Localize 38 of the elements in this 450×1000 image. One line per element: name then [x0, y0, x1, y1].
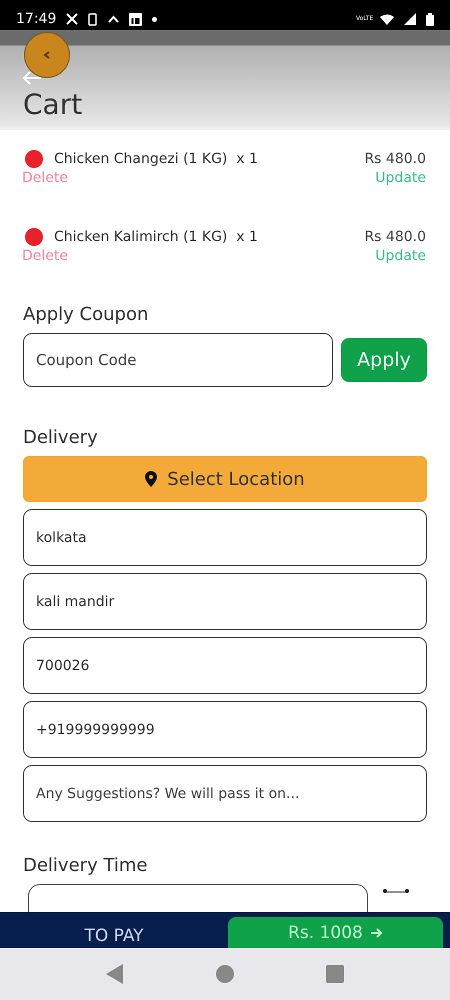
input-field[interactable]: kali mandir — [23, 573, 427, 630]
delete-link[interactable]: Delete — [22, 170, 68, 192]
status-time: 17:49 — [16, 11, 56, 27]
input-field[interactable]: kolkata — [23, 509, 427, 566]
recents-nav-icon[interactable] — [326, 965, 344, 983]
to-pay-label: TO PAY — [83, 926, 145, 948]
select-location-button[interactable]: Select Location — [23, 456, 427, 502]
item-price: Rs 480.0 — [364, 229, 426, 245]
update-link[interactable]: Update — [375, 248, 426, 270]
coupon-field[interactable]: Coupon Code — [23, 333, 333, 387]
arrow-right-icon — [370, 928, 383, 938]
item-name: Chicken Kalimirch (1 KG) x 1 — [54, 229, 259, 245]
back-button[interactable] — [24, 32, 70, 78]
section-heading: Delivery — [23, 427, 99, 448]
battery-icon — [426, 12, 434, 26]
notification-dot-icon — [152, 16, 158, 22]
input-field[interactable]: +919999999999 — [23, 701, 427, 758]
section-heading: Delivery Time — [23, 855, 148, 876]
input-field[interactable]: Any Suggestions? We will pass it on... — [23, 765, 427, 822]
home-nav-icon[interactable] — [214, 964, 235, 984]
apply-button[interactable]: Apply — [341, 338, 427, 382]
item-price: Rs 480.0 — [364, 151, 426, 167]
input-field[interactable]: 700026 — [23, 637, 427, 694]
delete-link[interactable]: Delete — [22, 248, 68, 270]
wifi-icon — [380, 14, 394, 24]
page-title: Cart — [23, 88, 82, 121]
phone-icon — [88, 12, 98, 26]
pay-button[interactable]: Rs. 1008 — [228, 917, 443, 948]
back-arrow-icon[interactable] — [22, 70, 42, 86]
signal-icon — [404, 13, 416, 25]
update-link[interactable]: Update — [375, 170, 426, 192]
section-heading: Apply Coupon — [23, 304, 150, 325]
chevron-left-icon — [42, 50, 52, 60]
back-nav-icon[interactable] — [106, 964, 124, 984]
item-name: Chicken Changezi (1 KG) x 1 — [54, 151, 259, 167]
caret-up-icon — [108, 15, 120, 23]
location-pin-icon — [145, 471, 158, 487]
x-logo-icon — [66, 13, 78, 25]
